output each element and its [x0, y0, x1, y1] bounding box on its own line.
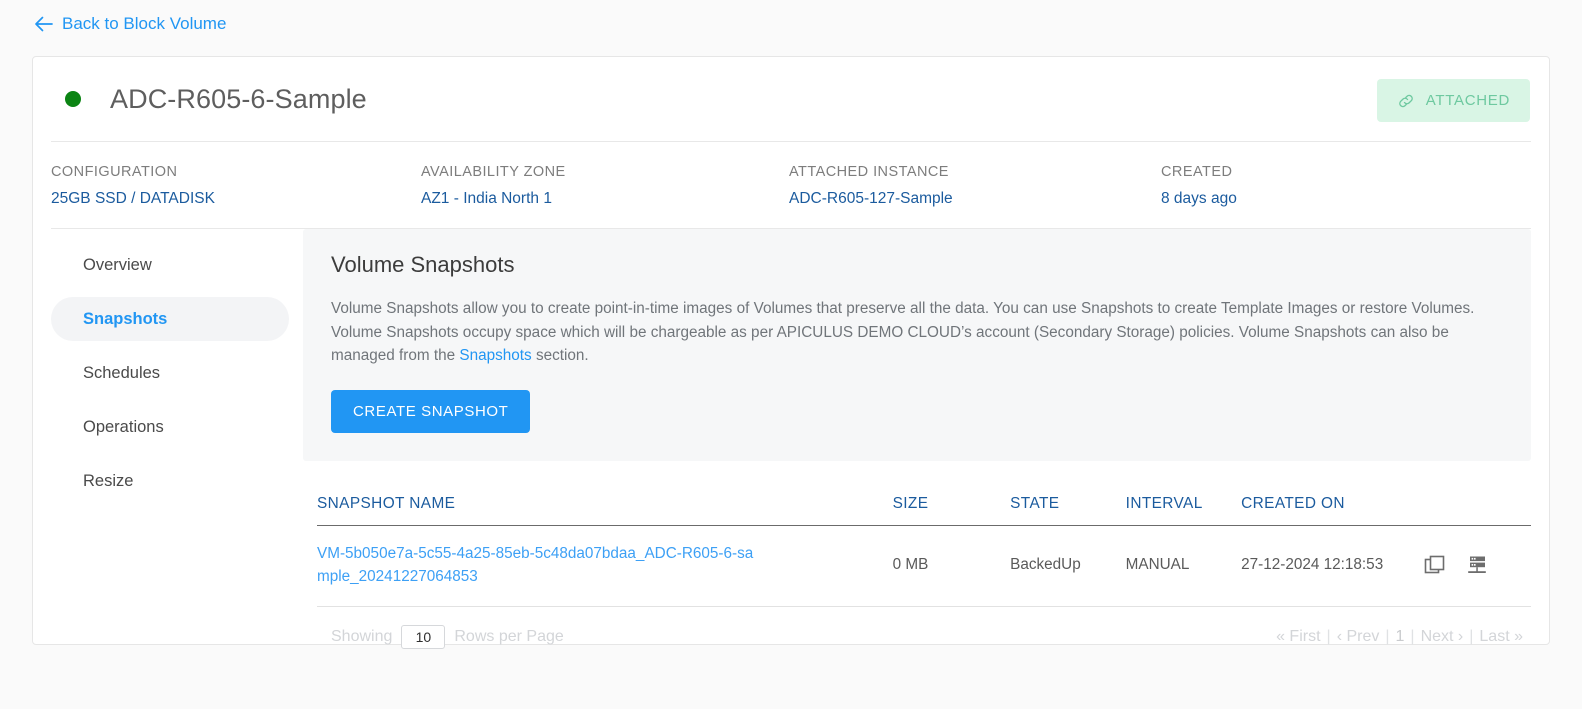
- volume-detail-card: ADC-R605-6-Sample ATTACHED CONFIGURATION…: [32, 56, 1550, 645]
- volume-meta-row: CONFIGURATION 25GB SSD / DATADISK AVAILA…: [33, 142, 1549, 228]
- panel-title: Volume Snapshots: [331, 252, 1503, 278]
- cell-actions: [1422, 525, 1531, 606]
- back-to-block-volume-link[interactable]: Back to Block Volume: [34, 14, 226, 34]
- column-header-state[interactable]: STATE: [1010, 495, 1126, 526]
- snapshots-table-wrap: SNAPSHOT NAME SIZE STATE INTERVAL CREATE…: [303, 461, 1531, 649]
- status-dot-icon: [65, 91, 81, 107]
- meta-attached-instance: ATTACHED INSTANCE ADC-R605-127-Sample: [789, 164, 1161, 208]
- cell-size: 0 MB: [893, 525, 1011, 606]
- pagination-rows-per-page: Showing Rows per Page: [331, 625, 564, 649]
- column-header-interval[interactable]: INTERVAL: [1126, 495, 1242, 526]
- meta-configuration: CONFIGURATION 25GB SSD / DATADISK: [51, 164, 421, 208]
- pagination-next-button[interactable]: Next ›: [1421, 628, 1464, 646]
- pagination-separator: |: [1469, 628, 1473, 646]
- create-snapshot-button[interactable]: CREATE SNAPSHOT: [331, 390, 530, 433]
- volume-nav-sidebar: Overview Snapshots Schedules Operations …: [51, 229, 289, 649]
- volume-snapshots-info-panel: Volume Snapshots Volume Snapshots allow …: [303, 229, 1531, 461]
- meta-label: AVAILABILITY ZONE: [421, 164, 789, 180]
- pagination-separator: |: [1327, 628, 1331, 646]
- snapshot-name-link[interactable]: VM-5b050e7a-5c55-4a25-85eb-5c48da07bdaa_…: [317, 542, 757, 588]
- meta-label: CONFIGURATION: [51, 164, 421, 180]
- snapshots-content: Volume Snapshots Volume Snapshots allow …: [289, 229, 1531, 649]
- sidebar-item-snapshots[interactable]: Snapshots: [51, 297, 289, 341]
- rows-per-page-input[interactable]: [401, 625, 445, 649]
- sidebar-item-resize[interactable]: Resize: [51, 459, 289, 503]
- meta-label: ATTACHED INSTANCE: [789, 164, 1161, 180]
- snapshots-section-link[interactable]: Snapshots: [459, 347, 531, 364]
- card-body: Overview Snapshots Schedules Operations …: [33, 229, 1549, 649]
- meta-created: CREATED 8 days ago: [1161, 164, 1237, 208]
- row-actions: [1422, 554, 1531, 576]
- status-badge-label: ATTACHED: [1426, 92, 1510, 109]
- sidebar-item-label: Overview: [83, 256, 152, 275]
- column-header-snapshot-name[interactable]: SNAPSHOT NAME: [317, 495, 893, 526]
- copy-icon[interactable]: [1424, 554, 1446, 576]
- showing-label: Showing: [331, 628, 392, 646]
- snapshots-table: SNAPSHOT NAME SIZE STATE INTERVAL CREATE…: [317, 495, 1531, 607]
- pagination-separator: |: [1385, 628, 1389, 646]
- pagination-prev-button[interactable]: ‹ Prev: [1337, 628, 1380, 646]
- page-title: ADC-R605-6-Sample: [110, 84, 367, 115]
- sidebar-item-overview[interactable]: Overview: [51, 243, 289, 287]
- link-icon: [1397, 92, 1415, 110]
- sidebar-item-label: Operations: [83, 418, 164, 437]
- rows-per-page-label: Rows per Page: [454, 628, 563, 646]
- meta-value-configuration[interactable]: 25GB SSD / DATADISK: [51, 190, 421, 208]
- panel-description-part2: section.: [532, 347, 589, 364]
- sidebar-item-schedules[interactable]: Schedules: [51, 351, 289, 395]
- sidebar-item-label: Resize: [83, 472, 133, 491]
- meta-value-attached-instance[interactable]: ADC-R605-127-Sample: [789, 190, 1161, 208]
- sidebar-item-operations[interactable]: Operations: [51, 405, 289, 449]
- cell-state: BackedUp: [1010, 525, 1126, 606]
- card-header: ADC-R605-6-Sample ATTACHED: [33, 57, 1549, 141]
- table-header-row: SNAPSHOT NAME SIZE STATE INTERVAL CREATE…: [317, 495, 1531, 526]
- meta-value-availability-zone[interactable]: AZ1 - India North 1: [421, 190, 789, 208]
- cell-snapshot-name: VM-5b050e7a-5c55-4a25-85eb-5c48da07bdaa_…: [317, 525, 893, 606]
- sidebar-item-label: Snapshots: [83, 310, 167, 329]
- arrow-left-icon: [34, 16, 53, 32]
- cell-created-on: 27-12-2024 12:18:53: [1241, 525, 1421, 606]
- pagination-page-number[interactable]: 1: [1396, 628, 1405, 646]
- back-link-label: Back to Block Volume: [62, 14, 226, 34]
- status-badge-attached: ATTACHED: [1377, 79, 1530, 122]
- pagination-first-button[interactable]: « First: [1276, 628, 1320, 646]
- table-row: VM-5b050e7a-5c55-4a25-85eb-5c48da07bdaa_…: [317, 525, 1531, 606]
- column-header-size[interactable]: SIZE: [893, 495, 1011, 526]
- cell-interval: MANUAL: [1126, 525, 1242, 606]
- meta-availability-zone: AVAILABILITY ZONE AZ1 - India North 1: [421, 164, 789, 208]
- sidebar-item-label: Schedules: [83, 364, 160, 383]
- meta-value-created: 8 days ago: [1161, 190, 1237, 208]
- pagination-separator: |: [1410, 628, 1414, 646]
- pagination-last-button[interactable]: Last »: [1479, 628, 1523, 646]
- pagination: Showing Rows per Page « First | ‹ Prev |…: [317, 607, 1531, 649]
- pagination-controls: « First | ‹ Prev | 1 | Next › | Last »: [1276, 628, 1531, 646]
- panel-description: Volume Snapshots allow you to create poi…: [331, 297, 1503, 368]
- meta-label: CREATED: [1161, 164, 1237, 180]
- restore-volume-icon[interactable]: [1466, 554, 1488, 576]
- column-header-created-on[interactable]: CREATED ON: [1241, 495, 1531, 526]
